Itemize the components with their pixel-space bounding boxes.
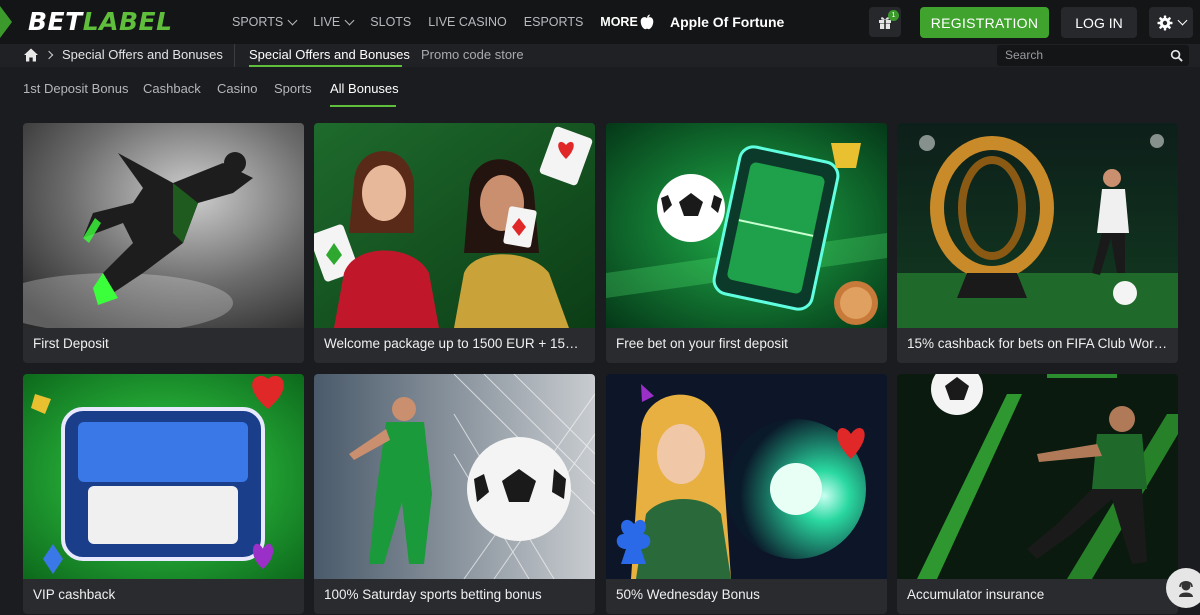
chevron-down-icon [344,15,355,25]
top-header: BETLABEL SPORTS LIVE SLOTS LIVE CASINO E… [0,0,1200,44]
bonus-card-image [897,374,1178,579]
chevron-down-icon [1177,15,1187,26]
search-icon[interactable] [1170,49,1183,62]
bonus-card-free-bet[interactable]: Free bet on your first deposit [606,123,887,363]
logo-text-label: LABEL [82,7,173,36]
featured-game-label: Apple Of Fortune [670,14,785,30]
bonus-card-image [606,123,887,328]
nav-item-sports[interactable]: SPORTS [232,15,298,29]
home-icon[interactable] [23,47,39,63]
casino-women-cards-illustration [314,123,595,328]
bonus-card-title: Welcome package up to 1500 EUR + 150 FS [324,336,586,351]
nav-label: ESPORTS [523,15,584,29]
player-neon-illustration [897,374,1178,579]
filter-casino[interactable]: Casino [217,81,257,96]
bonus-card-image [897,123,1178,328]
bonus-card-image [606,374,887,579]
main-nav: SPORTS LIVE SLOTS LIVE CASINO ESPORTS MO… [232,0,653,44]
bonus-card-accumulator-insurance[interactable]: Accumulator insurance [897,374,1178,614]
football-phone-trophy-illustration [606,123,887,328]
tab-special-offers[interactable]: Special Offers and Bonuses [249,47,410,62]
gift-button[interactable]: 1 [869,7,901,37]
bonus-card-image [23,123,304,328]
bonus-card-first-deposit[interactable]: First Deposit [23,123,304,363]
gear-icon [1157,15,1172,30]
trophy-player-illustration [897,123,1178,328]
divider [234,44,235,67]
bonus-card-title: Accumulator insurance [907,587,1045,602]
chevron-down-icon [287,15,298,25]
logo-arrow-shape [0,6,12,38]
filter-cashback[interactable]: Cashback [143,81,201,96]
search-placeholder: Search [1005,48,1044,62]
bonus-card-title: Free bet on your first deposit [616,336,788,351]
bonus-card-image [314,123,595,328]
sorceress-orb-illustration [606,374,887,579]
login-button[interactable]: LOG IN [1061,7,1137,38]
brand-logo[interactable]: BETLABEL [28,6,173,38]
bonus-card-welcome-package[interactable]: Welcome package up to 1500 EUR + 150 FS [314,123,595,363]
bonus-card-title: 100% Saturday sports betting bonus [324,587,542,602]
apple-icon [640,14,654,30]
settings-button[interactable] [1149,7,1193,38]
bonus-card-title: 50% Wednesday Bonus [616,587,760,602]
nav-item-live[interactable]: LIVE [313,15,355,29]
bonus-card-image [314,374,595,579]
cashback-sign-illustration [23,374,304,579]
breadcrumb-current[interactable]: Special Offers and Bonuses [62,47,223,62]
gift-count-badge: 1 [888,10,899,21]
nav-label: SPORTS [232,15,284,29]
bonus-card-title: First Deposit [33,336,109,351]
player-goal-net-illustration [314,374,595,579]
bonus-filter-bar: 1st Deposit Bonus Cashback Casino Sports… [0,67,1200,109]
filter-1st-deposit-bonus[interactable]: 1st Deposit Bonus [23,81,129,96]
breadcrumb: Special Offers and Bonuses Special Offer… [0,44,1200,67]
active-filter-indicator [330,105,396,107]
football-player-kick-illustration [23,123,304,328]
bonus-card-title: VIP cashback [33,587,116,602]
bonus-card-vip-cashback[interactable]: VIP cashback [23,374,304,614]
bonus-card-fifa-cashback[interactable]: 15% cashback for bets on FIFA Club World… [897,123,1178,363]
nav-item-slots[interactable]: SLOTS [370,15,411,29]
nav-item-esports[interactable]: ESPORTS [524,15,584,29]
nav-label: MORE [600,15,638,29]
logo-text-bet: BET [28,7,83,36]
filter-sports[interactable]: Sports [274,81,312,96]
bonus-card-title: 15% cashback for bets on FIFA Club World… [907,336,1169,351]
search-input[interactable]: Search [997,45,1189,66]
nav-item-live-casino[interactable]: LIVE CASINO [428,15,507,29]
bonus-card-image [23,374,304,579]
nav-label: LIVE CASINO [428,15,507,29]
apple-of-fortune-link[interactable]: Apple Of Fortune [638,0,784,44]
nav-label: SLOTS [370,15,412,29]
support-agent-icon [1179,580,1193,597]
chevron-right-icon [44,50,54,60]
filter-all-bonuses[interactable]: All Bonuses [330,81,399,96]
support-chat-button[interactable] [1166,568,1200,608]
registration-button[interactable]: REGISTRATION [920,7,1049,38]
tab-promo-code-store[interactable]: Promo code store [421,47,524,62]
bonus-card-wednesday-bonus[interactable]: 50% Wednesday Bonus [606,374,887,614]
bonus-card-saturday-bonus[interactable]: 100% Saturday sports betting bonus [314,374,595,614]
nav-label: LIVE [313,15,341,29]
